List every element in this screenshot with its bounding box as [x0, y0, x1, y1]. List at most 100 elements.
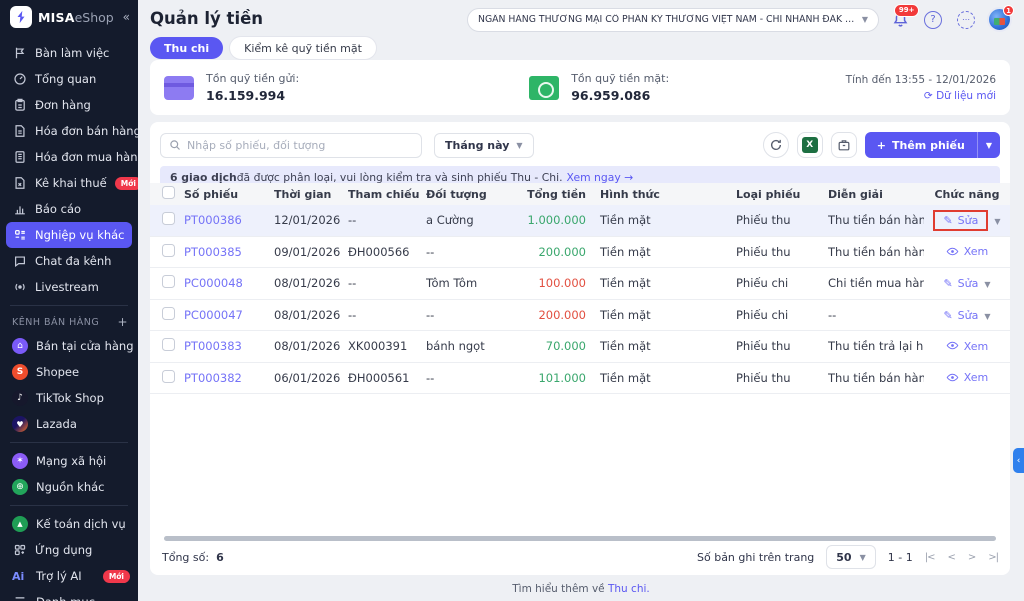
sidebar-item-ban-tai-cua-hang[interactable]: Bán tại cửa hàng — [0, 333, 138, 359]
search-input[interactable] — [187, 139, 413, 152]
table-row[interactable]: PT000382 06/01/2026 ĐH000561 -- 101.000 … — [150, 363, 1010, 395]
excel-icon: X — [802, 137, 818, 153]
eye-icon — [946, 371, 959, 385]
divider — [10, 505, 128, 506]
export-excel-button[interactable]: X — [797, 132, 823, 158]
expand-panel-button[interactable]: ‹ — [1013, 448, 1024, 473]
misa-logo-icon — [10, 6, 32, 28]
divider — [10, 305, 128, 306]
thu-chi-link[interactable]: Thu chi. — [608, 583, 650, 595]
table-row[interactable]: PC000047 08/01/2026 -- -- 200.000 Tiền m… — [150, 300, 1010, 332]
table-row[interactable]: PC000048 08/01/2026 -- Tôm Tôm 100.000 T… — [150, 268, 1010, 300]
voucher-link[interactable]: PT000386 — [184, 213, 242, 227]
sidebar-item-ung-dung[interactable]: Ứng dụng — [0, 537, 138, 563]
sidebar-item-tong-quan[interactable]: Tổng quan — [0, 66, 138, 92]
store-icon — [12, 338, 28, 354]
sidebar-item-ban-lam-viec[interactable]: Bàn làm việc — [0, 40, 138, 66]
sidebar-item-don-hang[interactable]: Đơn hàng — [0, 92, 138, 118]
refresh-button[interactable] — [763, 132, 789, 158]
chevron-down-icon[interactable]: ▼ — [994, 217, 1000, 226]
select-all-checkbox[interactable] — [162, 186, 175, 199]
chevron-down-icon: ▼ — [860, 553, 866, 562]
sidebar-item-ke-toan-dich-vu[interactable]: Kế toán dịch vụ — [0, 511, 138, 537]
last-page-button[interactable]: >| — [988, 552, 998, 563]
row-checkbox[interactable] — [162, 307, 175, 320]
next-page-button[interactable]: > — [968, 552, 975, 563]
sidebar-item-hoa-don-mua-hang[interactable]: Hóa đơn mua hàng — [0, 144, 138, 170]
edit-button[interactable]: Sửa — [943, 309, 978, 322]
row-checkbox[interactable] — [162, 244, 175, 257]
voucher-link[interactable]: PT000385 — [184, 245, 242, 259]
bar-chart-icon — [12, 202, 27, 217]
prev-page-button[interactable]: < — [947, 552, 954, 563]
voucher-link[interactable]: PC000047 — [184, 308, 243, 322]
notifications-button[interactable]: 99+ — [888, 8, 912, 32]
sidebar-item-lazada[interactable]: Lazada — [0, 411, 138, 437]
voucher-link[interactable]: PT000383 — [184, 339, 242, 353]
view-button[interactable]: Xem — [946, 339, 989, 353]
sidebar-item-bao-cao[interactable]: Báo cáo — [0, 196, 138, 222]
voucher-link[interactable]: PC000048 — [184, 276, 243, 290]
add-voucher-dropdown[interactable]: ▼ — [977, 132, 1000, 158]
sidebar-item-nguon-khac[interactable]: Nguồn khác — [0, 474, 138, 500]
tab-kiem-ke-quy-tien-mat[interactable]: Kiểm kê quỹ tiền mặt — [230, 37, 376, 59]
search-box[interactable] — [160, 133, 422, 158]
edit-button[interactable]: Sửa — [943, 214, 978, 227]
cashbox-button[interactable] — [831, 132, 857, 158]
sidebar-collapse-icon[interactable]: « — [123, 10, 130, 24]
table-row[interactable]: PT000385 09/01/2026 ĐH000566 -- 200.000 … — [150, 237, 1010, 269]
sidebar-item-tro-ly-ai[interactable]: Ai Trợ lý AI Mới — [0, 563, 138, 589]
row-checkbox[interactable] — [162, 370, 175, 383]
flag-icon — [12, 46, 27, 61]
table-row[interactable]: PT000383 08/01/2026 XK000391 bánh ngọt 7… — [150, 331, 1010, 363]
notification-badge: 99+ — [894, 4, 919, 17]
logo-row: MISAeShop « — [0, 0, 138, 34]
period-filter-dropdown[interactable]: Tháng này ▼ — [434, 133, 534, 158]
sidebar-item-livestream[interactable]: Livestream — [0, 274, 138, 300]
sidebar-item-shopee[interactable]: Shopee — [0, 359, 138, 385]
main-content: Quản lý tiền NGÂN HÀNG THƯƠNG MẠI CỔ PHẦ… — [138, 0, 1024, 601]
view-button[interactable]: Xem — [946, 245, 989, 259]
help-button[interactable]: ? — [921, 8, 945, 32]
more-button[interactable]: ⋯ — [954, 8, 978, 32]
new-data-link[interactable]: ⟳ Dữ liệu mới — [846, 90, 996, 102]
document-x-icon — [12, 176, 27, 191]
document-icon — [12, 124, 27, 139]
row-checkbox[interactable] — [162, 338, 175, 351]
sidebar-item-tiktok-shop[interactable]: TikTok Shop — [0, 385, 138, 411]
cash-icon — [529, 76, 559, 100]
chevron-down-icon[interactable]: ▼ — [984, 312, 990, 321]
sidebar-item-chat-da-kenh[interactable]: Chat đa kênh — [0, 248, 138, 274]
shopee-icon — [12, 364, 28, 380]
sidebar-item-mang-xa-hoi[interactable]: Mạng xã hội — [0, 448, 138, 474]
sidebar-item-nghiep-vu-khac[interactable]: Nghiệp vụ khác — [6, 222, 132, 248]
page-title: Quản lý tiền — [150, 9, 263, 28]
row-checkbox[interactable] — [162, 212, 175, 225]
eye-icon — [946, 245, 959, 259]
add-voucher-button[interactable]: +Thêm phiếu ▼ — [865, 132, 1000, 158]
chevron-down-icon: ▼ — [516, 141, 522, 150]
sidebar-item-ke-khai-thue[interactable]: Kê khai thuế Mới — [0, 170, 138, 196]
horizontal-scrollbar[interactable] — [164, 536, 996, 541]
cash-label: Tồn quỹ tiền mặt: — [571, 72, 669, 85]
first-page-button[interactable]: |< — [925, 552, 935, 563]
per-page-dropdown[interactable]: 50 ▼ — [826, 545, 875, 569]
table-body: PT000386 12/01/2026 -- a Cường 1.000.000… — [150, 205, 1010, 394]
add-channel-icon[interactable]: + — [117, 315, 128, 329]
total-count: 6 — [216, 551, 224, 564]
avatar[interactable]: 1 — [987, 7, 1012, 32]
sidebar-item-danh-muc[interactable]: ☰ Danh mục — [0, 589, 138, 601]
sidebar-item-hoa-don-ban-hang[interactable]: Hóa đơn bán hàng — [0, 118, 138, 144]
voucher-link[interactable]: PT000382 — [184, 371, 242, 385]
table-row[interactable]: PT000386 12/01/2026 -- a Cường 1.000.000… — [150, 205, 1010, 237]
view-button[interactable]: Xem — [946, 371, 989, 385]
plus-icon: + — [877, 139, 886, 152]
chevron-down-icon[interactable]: ▼ — [984, 280, 990, 289]
bank-selector[interactable]: NGÂN HÀNG THƯƠNG MẠI CỔ PHẦN KỸ THƯƠNG V… — [467, 8, 879, 32]
edit-button[interactable]: Sửa — [943, 277, 978, 290]
row-checkbox[interactable] — [162, 275, 175, 288]
per-page-label: Số bản ghi trên trang — [697, 551, 814, 564]
tab-thu-chi[interactable]: Thu chi — [150, 37, 223, 59]
ai-icon: Ai — [12, 570, 28, 583]
edit-icon — [943, 214, 952, 227]
